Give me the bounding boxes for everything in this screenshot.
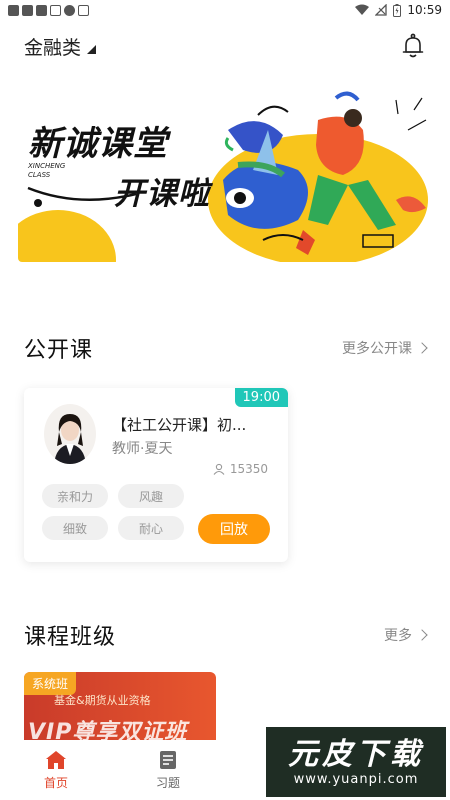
teacher-avatar — [44, 404, 96, 464]
chevron-right-icon — [416, 342, 428, 354]
battery-icon — [393, 3, 402, 17]
watermark: 元皮下载 www.yuanpi.com — [266, 727, 446, 797]
category-label: 金融类 — [24, 36, 82, 59]
banner-subtitle: XINCHENG CLASS — [28, 162, 66, 179]
banner-title-line2: 开课啦 — [114, 176, 210, 212]
tag: 风趣 — [118, 484, 184, 508]
tag: 耐心 — [118, 516, 184, 540]
viewer-count: 15350 — [213, 462, 268, 476]
classes-title: 课程班级 — [24, 625, 117, 650]
time-badge: 19:00 — [234, 388, 288, 407]
app-notification-icon — [22, 4, 33, 16]
user-icon — [213, 463, 225, 475]
app-notification-icon — [36, 4, 47, 16]
app-notification-icon — [8, 4, 19, 16]
open-class-title: 公开课 — [24, 338, 94, 363]
classes-header: 课程班级 更多 — [24, 619, 428, 651]
chevron-right-icon — [416, 629, 428, 641]
wifi-icon — [355, 4, 370, 15]
status-bar: 10:59 — [0, 0, 450, 20]
dropdown-triangle-icon — [87, 44, 97, 54]
promo-banner[interactable]: 新诚课堂 XINCHENG CLASS 开课啦 — [18, 90, 432, 262]
a-icon — [78, 4, 89, 16]
watermark-title: 元皮下载 — [288, 736, 424, 772]
no-signal-icon — [375, 4, 388, 16]
open-class-header: 公开课 更多公开课 — [24, 332, 428, 364]
class-subtitle: 基金&期货从业资格 — [54, 694, 151, 707]
nav-home[interactable]: 首页 — [0, 740, 112, 800]
category-selector[interactable]: 金融类 — [24, 33, 97, 60]
notification-icons — [8, 4, 89, 16]
bell-icon[interactable] — [400, 33, 426, 59]
watermark-url: www.yuanpi.com — [293, 771, 419, 787]
tag: 亲和力 — [42, 484, 108, 508]
more-open-class-link[interactable]: 更多公开课 — [342, 338, 428, 358]
open-class-card[interactable]: 19:00 【社工公开课】初... 教师·夏天 15350 亲和力 风趣 细致 … — [24, 388, 288, 562]
status-time: 10:59 — [407, 3, 442, 17]
top-bar: 金融类 — [0, 28, 450, 64]
nav-exercises[interactable]: 习题 — [112, 740, 224, 800]
exercise-icon — [160, 750, 176, 769]
sync-icon — [64, 4, 75, 16]
course-title: 【社工公开课】初... — [112, 416, 247, 434]
teacher-name: 教师·夏天 — [112, 441, 173, 457]
tag: 细致 — [42, 516, 108, 540]
home-icon — [46, 750, 66, 769]
replay-button[interactable]: 回放 — [198, 514, 270, 544]
class-card[interactable]: 系统班 基金&期货从业资格 VIP尊享双证班 — [24, 672, 216, 750]
more-classes-link[interactable]: 更多 — [384, 625, 428, 645]
banner-title: 新诚课堂 — [28, 124, 168, 164]
image-icon — [50, 4, 61, 16]
